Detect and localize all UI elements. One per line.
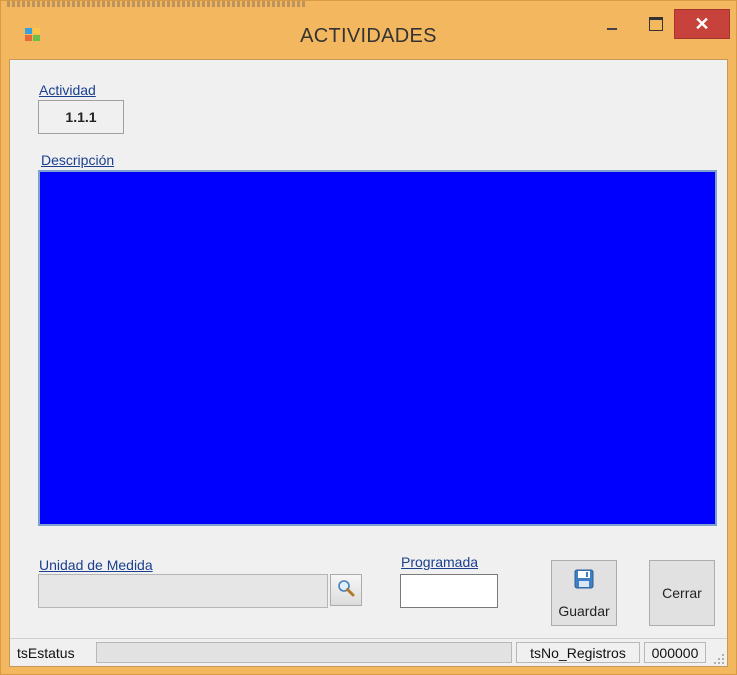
close-button[interactable]: ✕: [674, 9, 730, 39]
minimize-button[interactable]: [597, 9, 627, 39]
actividad-label: Actividad: [39, 82, 96, 98]
descripcion-label: Descripción: [41, 152, 115, 168]
records-count: 000000: [651, 644, 699, 661]
status-bar: tsEstatus tsNo_Registros 000000: [10, 638, 727, 666]
descripcion-textarea[interactable]: [38, 170, 717, 526]
unidad-medida-field[interactable]: [38, 574, 328, 608]
records-label-panel: tsNo_Registros: [516, 642, 640, 663]
actividad-value: 1.1.1: [65, 109, 97, 125]
records-label: tsNo_Registros: [530, 644, 626, 661]
status-progress-panel: [96, 642, 512, 663]
programada-label: Programada: [401, 554, 479, 570]
unidad-medida-label: Unidad de Medida: [39, 557, 153, 573]
search-unidad-button[interactable]: [330, 574, 362, 606]
maximize-icon: [649, 17, 663, 31]
cerrar-button[interactable]: Cerrar: [649, 560, 715, 626]
records-count-panel: 000000: [644, 642, 706, 663]
minimize-icon: [607, 28, 617, 30]
magnifier-icon: [337, 579, 355, 602]
guardar-button[interactable]: Guardar: [551, 560, 617, 626]
actividades-window: ACTIVIDADES ✕ Actividad 1.1.1 Descripció…: [0, 0, 737, 675]
close-icon: ✕: [694, 13, 710, 34]
maximize-button[interactable]: [641, 9, 671, 39]
cerrar-label: Cerrar: [662, 585, 702, 601]
floppy-disk-icon: [574, 569, 594, 592]
actividad-value-box: 1.1.1: [38, 100, 124, 134]
guardar-label: Guardar: [558, 603, 610, 619]
programada-field[interactable]: [400, 574, 498, 608]
title-bar[interactable]: ACTIVIDADES ✕: [1, 1, 736, 59]
resize-grip-icon[interactable]: [713, 652, 725, 664]
form-client-area: Actividad 1.1.1 Descripción Unidad de Me…: [9, 59, 728, 667]
status-label: tsEstatus: [17, 645, 75, 661]
